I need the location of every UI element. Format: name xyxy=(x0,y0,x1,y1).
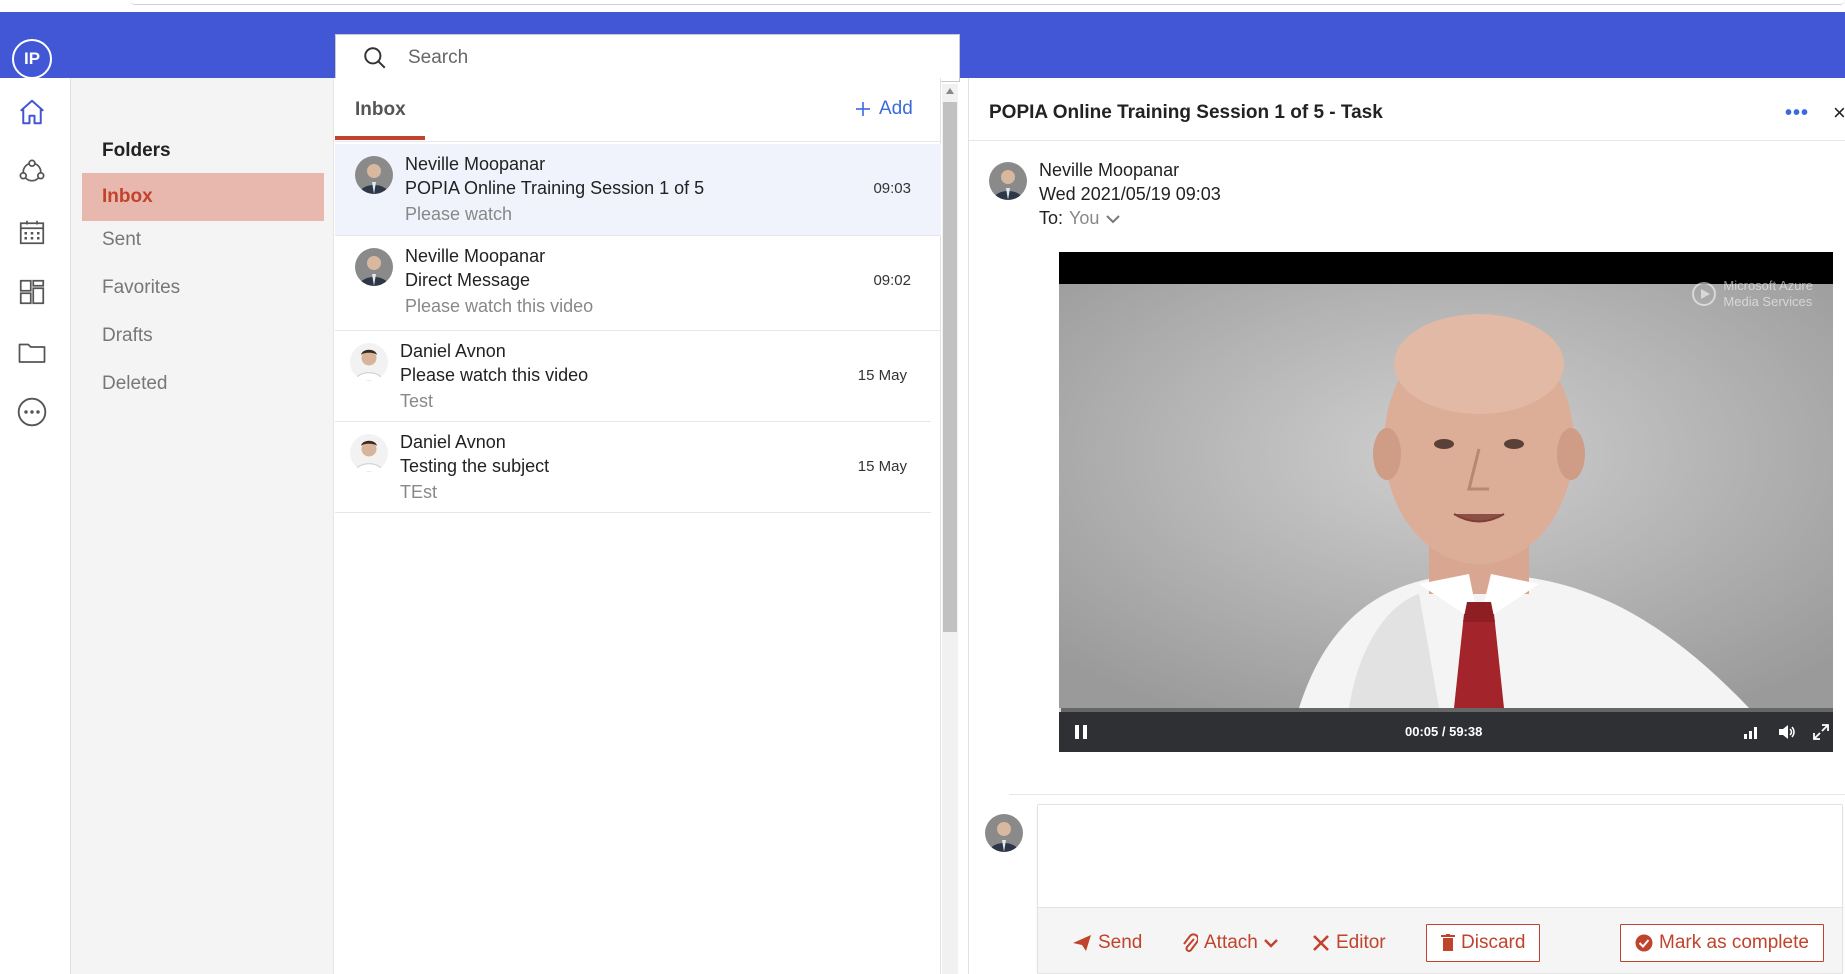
avatar xyxy=(989,162,1027,200)
avatar xyxy=(350,343,388,381)
play-logo-icon xyxy=(1692,282,1717,306)
recipients[interactable]: To: You xyxy=(1039,208,1121,229)
close-icon[interactable]: × xyxy=(1833,100,1845,126)
add-button[interactable]: Add xyxy=(855,98,913,120)
tools-icon xyxy=(1313,935,1329,951)
divider xyxy=(969,140,1845,141)
attach-label: Attach xyxy=(1204,932,1258,953)
browser-top-strip xyxy=(0,0,1845,12)
message-sender: Neville Moopanar xyxy=(405,246,546,266)
trash-icon xyxy=(1441,934,1455,951)
paperclip-icon xyxy=(1183,933,1198,952)
home-icon[interactable] xyxy=(14,94,50,130)
video-controls: 00:05 / 59:38 xyxy=(1059,712,1833,752)
avatar xyxy=(355,156,393,194)
message-subject: Direct Message xyxy=(405,270,531,290)
editor-button[interactable]: Editor xyxy=(1312,924,1386,962)
avatar xyxy=(350,434,388,472)
plus-icon xyxy=(856,102,870,116)
complete-label: Mark as complete xyxy=(1659,932,1809,953)
message-preview: Please watch this video xyxy=(405,296,594,316)
tab-underline xyxy=(335,136,425,140)
message-preview: Test xyxy=(400,391,434,411)
avatar xyxy=(355,248,393,286)
list-item[interactable]: Neville Moopanar POPIA Online Training S… xyxy=(335,144,941,236)
app-header: IP xyxy=(0,12,1845,82)
user-avatar[interactable]: IP xyxy=(12,39,52,79)
search-box[interactable] xyxy=(335,34,960,82)
folder-sent[interactable]: Sent xyxy=(82,216,324,264)
editor-label: Editor xyxy=(1336,932,1386,953)
reading-pane: POPIA Online Training Session 1 of 5 - T… xyxy=(968,78,1845,974)
add-label: Add xyxy=(879,98,913,119)
message-time: 15 May xyxy=(857,458,907,475)
send-button[interactable]: Send xyxy=(1072,924,1142,962)
folder-favorites[interactable]: Favorites xyxy=(82,264,324,312)
message-list: Inbox Add Neville Moopanar POPIA Online … xyxy=(335,78,941,974)
folder-deleted[interactable]: Deleted xyxy=(82,360,324,408)
scrollbar-thumb[interactable] xyxy=(943,102,957,632)
list-item[interactable]: Daniel Avnon Testing the subject TEst 15… xyxy=(335,422,931,513)
avatar xyxy=(985,814,1023,852)
list-scrollbar[interactable] xyxy=(942,84,958,974)
message-title: POPIA Online Training Session 1 of 5 - T… xyxy=(989,102,1383,123)
folder-drafts[interactable]: Drafts xyxy=(82,312,324,360)
calendar-icon[interactable] xyxy=(14,214,50,250)
video-player[interactable]: Microsoft Azure Media Services 00:05 / 5… xyxy=(1059,252,1833,752)
message-subject: Please watch this video xyxy=(400,365,589,385)
pause-icon[interactable] xyxy=(1071,722,1091,742)
watermark-line1: Microsoft Azure xyxy=(1723,278,1813,293)
message-time: 15 May xyxy=(857,367,907,384)
search-input[interactable] xyxy=(406,46,926,70)
message-preview: TEst xyxy=(400,482,438,502)
list-item[interactable]: Daniel Avnon Please watch this video Tes… xyxy=(335,331,931,422)
compose-toolbar: Send Attach Editor Discard Mark as compl… xyxy=(1038,907,1842,973)
more-icon[interactable] xyxy=(14,394,50,430)
to-value: You xyxy=(1069,208,1100,228)
more-options-icon[interactable]: ••• xyxy=(1785,102,1809,125)
attach-button[interactable]: Attach xyxy=(1182,924,1278,962)
fullscreen-icon[interactable] xyxy=(1811,722,1831,742)
sent-date: Wed 2021/05/19 09:03 xyxy=(1039,184,1221,204)
quality-icon[interactable] xyxy=(1741,722,1761,742)
check-circle-icon xyxy=(1635,934,1653,952)
dashboard-icon[interactable] xyxy=(14,274,50,310)
reply-compose: Send Attach Editor Discard Mark as compl… xyxy=(1037,804,1843,974)
tab-inbox[interactable]: Inbox xyxy=(355,99,406,121)
list-header: Inbox Add xyxy=(335,78,941,142)
network-icon[interactable] xyxy=(14,154,50,190)
left-rail xyxy=(0,78,71,974)
to-label: To: xyxy=(1039,208,1064,228)
volume-icon[interactable] xyxy=(1777,722,1797,742)
video-time: 00:05 / 59:38 xyxy=(1405,724,1483,739)
chevron-down-icon xyxy=(1264,939,1278,948)
folder-icon[interactable] xyxy=(14,334,50,370)
video-watermark: Microsoft Azure Media Services xyxy=(1691,278,1813,310)
message-time: 09:02 xyxy=(873,272,911,289)
reply-input[interactable] xyxy=(1038,805,1842,907)
scroll-up-icon[interactable] xyxy=(946,88,954,94)
video-frame[interactable] xyxy=(1059,284,1833,708)
search-icon xyxy=(364,47,386,69)
message-sender: Daniel Avnon xyxy=(400,432,506,452)
folder-inbox[interactable]: Inbox xyxy=(82,173,324,221)
message-subject: POPIA Online Training Session 1 of 5 xyxy=(405,178,705,198)
sender-name: Neville Moopanar xyxy=(1039,160,1180,180)
folders-title: Folders xyxy=(102,140,171,161)
message-preview: Please watch xyxy=(405,204,513,224)
mark-complete-button[interactable]: Mark as complete xyxy=(1620,924,1824,962)
discard-button[interactable]: Discard xyxy=(1426,924,1541,962)
list-item[interactable]: Neville Moopanar Direct Message Please w… xyxy=(335,236,941,331)
message-sender: Daniel Avnon xyxy=(400,341,506,361)
folders-panel: Folders Inbox Sent Favorites Drafts Dele… xyxy=(71,78,334,974)
message-subject: Testing the subject xyxy=(400,456,550,476)
discard-label: Discard xyxy=(1461,932,1526,953)
message-sender: Neville Moopanar xyxy=(405,154,546,174)
send-icon xyxy=(1073,935,1091,951)
divider xyxy=(1009,794,1845,795)
send-label: Send xyxy=(1098,932,1143,953)
chevron-down-icon[interactable] xyxy=(1105,213,1121,225)
watermark-line2: Media Services xyxy=(1723,294,1813,309)
message-time: 09:03 xyxy=(873,180,911,197)
